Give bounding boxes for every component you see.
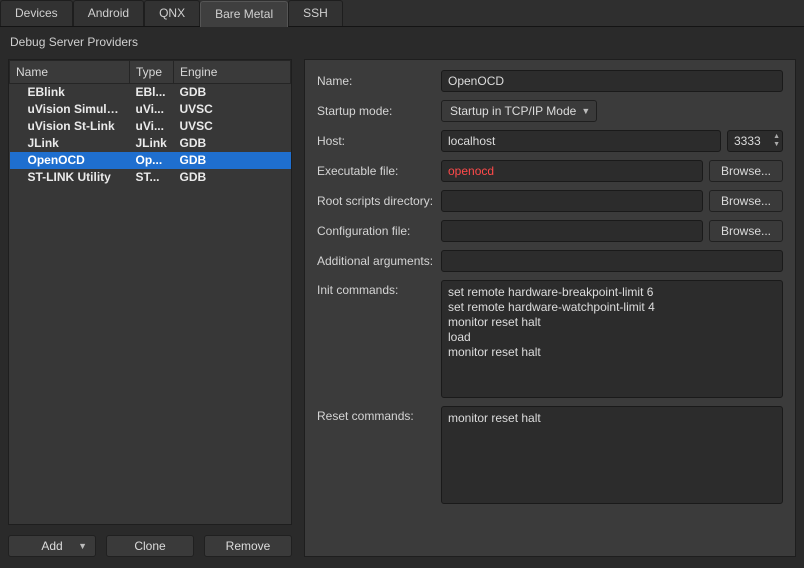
chevron-down-icon: ▼ — [581, 106, 590, 116]
table-row[interactable]: uVision SimulatoruVi...UVSC — [10, 101, 291, 118]
additional-args-field[interactable] — [441, 250, 783, 272]
tab-bare-metal[interactable]: Bare Metal — [200, 1, 288, 27]
table-row[interactable]: JLinkJLinkGDB — [10, 135, 291, 152]
host-field[interactable] — [441, 130, 721, 152]
table-row[interactable]: EBlinkEBl...GDB — [10, 84, 291, 102]
startup-mode-select[interactable]: Startup in TCP/IP Mode ▼ — [441, 100, 597, 122]
name-field[interactable] — [441, 70, 783, 92]
col-engine[interactable]: Engine — [174, 61, 291, 84]
browse-root-scripts-button[interactable]: Browse... — [709, 190, 783, 212]
col-type[interactable]: Type — [130, 61, 174, 84]
table-row[interactable]: ST-LINK UtilityST...GDB — [10, 169, 291, 186]
label-init-cmds: Init commands: — [317, 280, 435, 297]
root-scripts-field[interactable] — [441, 190, 703, 212]
add-button[interactable]: Add▼ — [8, 535, 96, 557]
providers-table[interactable]: Name Type Engine EBlinkEBl...GDBuVision … — [8, 59, 292, 525]
label-reset-cmds: Reset commands: — [317, 406, 435, 423]
clone-button[interactable]: Clone — [106, 535, 194, 557]
label-startup-mode: Startup mode: — [317, 104, 435, 118]
tabs: Devices Android QNX Bare Metal SSH — [0, 0, 804, 27]
init-cmds-field[interactable] — [441, 280, 783, 398]
port-field[interactable]: 3333 ▲▼ — [727, 130, 783, 152]
browse-config-file-button[interactable]: Browse... — [709, 220, 783, 242]
label-root-scripts: Root scripts directory: — [317, 194, 435, 208]
tab-ssh[interactable]: SSH — [288, 0, 343, 26]
label-name: Name: — [317, 74, 435, 88]
label-config-file: Configuration file: — [317, 224, 435, 238]
table-row[interactable]: uVision St-LinkuVi...UVSC — [10, 118, 291, 135]
tab-devices[interactable]: Devices — [0, 0, 73, 26]
table-row[interactable]: OpenOCDOp...GDB — [10, 152, 291, 169]
reset-cmds-field[interactable] — [441, 406, 783, 504]
remove-button[interactable]: Remove — [204, 535, 292, 557]
tab-qnx[interactable]: QNX — [144, 0, 200, 26]
config-file-field[interactable] — [441, 220, 703, 242]
spin-buttons[interactable]: ▲▼ — [773, 132, 780, 150]
section-title: Debug Server Providers — [0, 27, 804, 53]
provider-form: Name: Startup mode: Startup in TCP/IP Mo… — [304, 59, 796, 557]
tab-android[interactable]: Android — [73, 0, 144, 26]
label-executable: Executable file: — [317, 164, 435, 178]
chevron-down-icon: ▼ — [78, 541, 87, 551]
executable-field[interactable] — [441, 160, 703, 182]
col-name[interactable]: Name — [10, 61, 130, 84]
label-additional-args: Additional arguments: — [317, 254, 435, 268]
providers-panel: Name Type Engine EBlinkEBl...GDBuVision … — [8, 59, 292, 557]
label-host: Host: — [317, 134, 435, 148]
browse-executable-button[interactable]: Browse... — [709, 160, 783, 182]
